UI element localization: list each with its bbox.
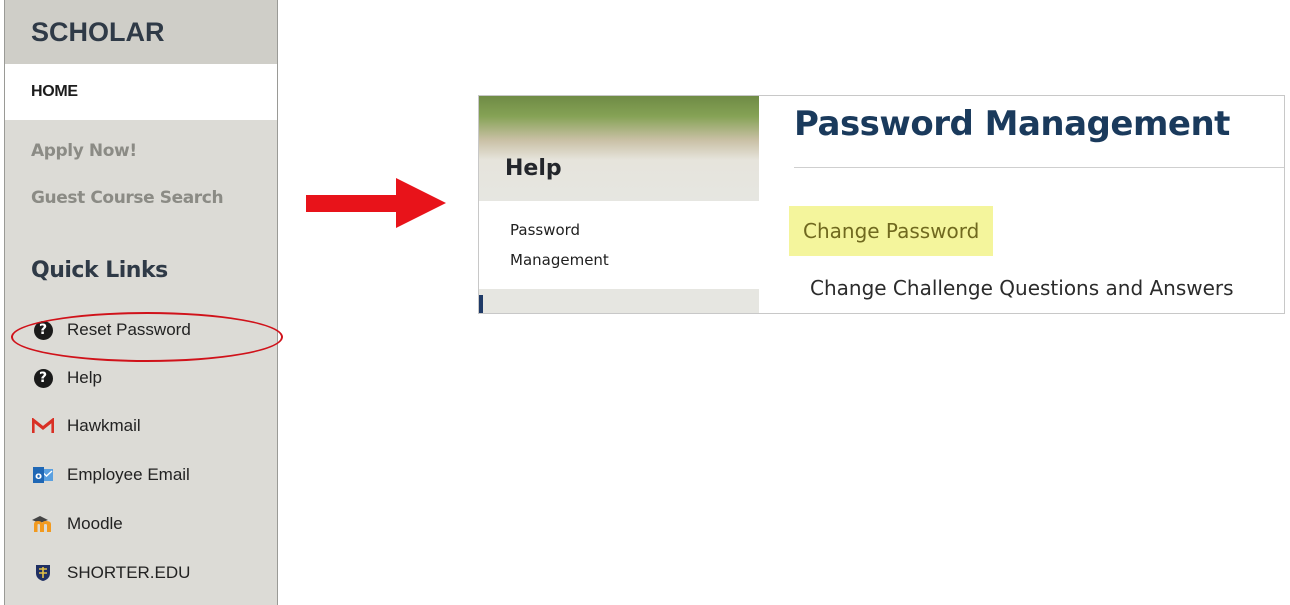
quick-link-moodle[interactable]: Moodle [31,510,123,538]
outlook-icon: o [31,465,55,485]
quick-link-label: SHORTER.EDU [67,563,191,582]
quick-link-label: Help [67,368,102,387]
apply-now-link[interactable]: Apply Now! [31,141,137,161]
sidebar-item-home[interactable]: HOME [5,64,277,120]
help-sidebar: Help Password Management [479,96,759,313]
password-management-link[interactable]: Password Management [510,215,609,275]
quick-link-hawkmail[interactable]: Hawkmail [31,412,141,440]
red-arrow-icon [306,176,446,236]
password-management-link-line1: Password [510,221,581,239]
quick-link-label: Moodle [67,514,123,533]
title-divider [794,167,1284,168]
reset-password-highlight-ellipse [11,312,283,362]
sidebar-title: SCHOLAR [5,0,277,64]
page-title: Password Management [794,104,1230,144]
quick-links-heading: Quick Links [31,258,168,283]
scholar-sidebar: SCHOLAR HOME Apply Now! Guest Course Sea… [4,0,283,605]
password-management-link-line2: Management [510,251,609,269]
quick-link-shorter-edu[interactable]: SHORTER.EDU [31,559,190,587]
question-circle-icon: ? [31,368,55,388]
guest-course-search-link[interactable]: Guest Course Search [31,188,224,208]
help-sidebar-footer [479,289,759,313]
quick-link-label: Hawkmail [67,416,141,435]
password-management-panel: Help Password Management Password Manage… [478,95,1285,314]
moodle-icon [31,514,55,534]
help-section-title: Help [505,156,562,181]
quick-link-employee-email[interactable]: o Employee Email [31,461,190,489]
gmail-icon [31,416,55,436]
help-nav: Password Management [479,201,759,289]
change-challenge-questions-link[interactable]: Change Challenge Questions and Answers [810,276,1234,300]
quick-link-help[interactable]: ? Help [31,364,102,392]
change-password-link[interactable]: Change Password [789,206,994,256]
svg-text:o: o [35,471,42,482]
quick-link-label: Employee Email [67,465,190,484]
shield-icon [31,563,55,583]
help-sidebar-accent [479,295,483,313]
